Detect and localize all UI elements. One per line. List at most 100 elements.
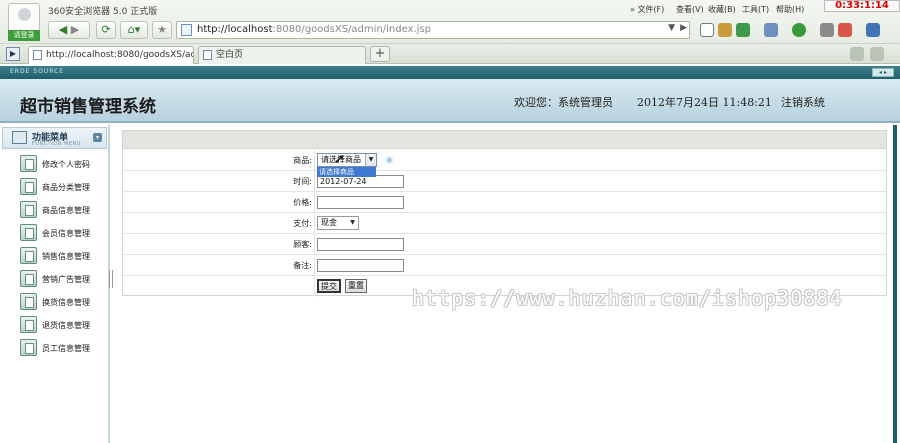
address-text: http://localhost:8080/goodsXS/admin/inde… [197,24,432,35]
menu-icon [12,131,27,144]
collapse-icon[interactable]: ▾ [93,133,102,142]
go-icon[interactable]: ▶ [680,23,687,33]
refresh-icon: ⟳ [101,23,111,36]
sidebar-item-label: 营销广告管理 [42,275,90,284]
document-icon [20,201,37,218]
clock-overlay: 0:33:1:14 [824,0,900,12]
back-arrow-icon: ◀ [58,23,68,36]
tools-icon[interactable] [820,23,834,37]
sidebar: 功能菜单 FUNCTION MENU ▾ 修改个人密码 商品分类管理 商品信息管… [0,125,110,443]
sidebar-item-sales[interactable]: 销售信息管理 [20,247,108,267]
sidebar-item-label: 换货信息管理 [42,298,90,307]
document-icon [20,247,37,264]
logout-link[interactable]: 注销系统 [781,94,825,110]
apps-icon[interactable] [838,23,852,37]
price-input[interactable] [317,196,404,209]
form-row-goods: 商品: 请选择商品 ▼ ➚ 请选择商品 ✳ [123,150,886,177]
tab-bar: ▶ http://localhost:8080/goodsXS/ad... 空白… [0,44,900,64]
document-icon [20,339,37,356]
document-icon [20,270,37,287]
form-row-payment: 支付: 现金 ▼ [123,213,886,234]
sidebar-item-label: 商品信息管理 [42,206,90,215]
menu-favorites[interactable]: 收藏(B) [708,4,736,15]
sidebar-item-exchange[interactable]: 换货信息管理 [20,293,108,313]
sales-form: 商品: 请选择商品 ▼ ➚ 请选择商品 ✳ 时间: 2012-07-24 价格:… [122,130,887,297]
address-dropdown-icon[interactable]: ▼ [668,23,675,33]
app-top-strip: ERDE SOURCE ◂ ▸ [0,66,900,79]
tab-blank[interactable]: 空白页 [198,46,366,64]
restore-icon[interactable] [850,47,864,61]
menu-tools[interactable]: 工具(T) [742,4,769,15]
form-row-time: 时间: 2012-07-24 [123,171,886,192]
menu-view[interactable]: 查看(V) [676,4,704,15]
browser-titlebar: 请登录 360安全浏览器 5.0 正式版 » 文件(F) 查看(V) 收藏(B)… [0,0,900,44]
page-icon [181,24,192,36]
chevron-down-icon: ▼ [365,154,376,166]
box-icon[interactable] [718,23,732,37]
form-row-remark: 备注: [123,255,886,276]
reset-button[interactable]: 重置 [345,279,367,293]
remark-input[interactable] [317,259,404,272]
app-title: 超市销售管理系统 [20,97,156,117]
home-button[interactable]: ⌂▾ [120,21,148,39]
sidebar-item-return[interactable]: 退货信息管理 [20,316,108,336]
time-label: 时间: [293,177,312,186]
sidebar-item-label: 修改个人密码 [42,160,90,169]
customer-input[interactable] [317,238,404,251]
grid-icon[interactable] [736,23,750,37]
submit-button[interactable]: 提交 [317,279,341,293]
login-avatar[interactable]: 请登录 [8,3,40,41]
tab-label: http://localhost:8080/goodsXS/ad... [46,50,194,60]
sidebar-item-employee[interactable]: 员工信息管理 [20,339,108,359]
shield-icon[interactable] [700,23,714,37]
back-forward-button[interactable]: ◀ ▶ [48,21,90,39]
brand-text: ERDE SOURCE [10,68,65,75]
payment-select-value: 现金 [321,218,337,227]
sidebar-item-ads[interactable]: 营销广告管理 [20,270,108,290]
loading-spinner-icon: ✳ [385,154,395,167]
extension-icon[interactable] [866,23,880,37]
home-icon: ⌂▾ [127,23,141,36]
payment-select[interactable]: 现金 ▼ [317,216,359,230]
globe-icon[interactable] [792,23,806,37]
sidebar-item-goods[interactable]: 商品信息管理 [20,201,108,221]
main-content: 商品: 请选择商品 ▼ ➚ 请选择商品 ✳ 时间: 2012-07-24 价格:… [113,125,893,443]
address-bar[interactable]: http://localhost:8080/goodsXS/admin/inde… [176,21,690,39]
login-label: 请登录 [8,30,40,41]
menu-file[interactable]: » 文件(F) [630,4,664,15]
sidebar-item-label: 会员信息管理 [42,229,90,238]
sidebar-item-label: 退货信息管理 [42,321,90,330]
datetime-text: 2012年7月24日 11:48:21 [637,96,772,109]
sidebar-item-change-password[interactable]: 修改个人密码 [20,155,108,175]
price-label: 价格: [293,198,312,207]
sidebar-item-member[interactable]: 会员信息管理 [20,224,108,244]
goods-select[interactable]: 请选择商品 ▼ [317,153,377,167]
refresh-button[interactable]: ⟳ [96,21,116,39]
sidebar-toggle-icon[interactable]: ▶ [6,47,20,61]
mouse-cursor-icon: ➚ [334,152,345,167]
document-icon [20,224,37,241]
user-icon [18,8,31,21]
tab-label: 空白页 [216,50,244,60]
forward-arrow-icon: ▶ [70,23,80,36]
layout-toggle-icon[interactable]: ◂ ▸ [872,68,894,77]
right-border [893,125,897,443]
favorite-button[interactable]: ★ [152,21,172,39]
sidebar-item-label: 员工信息管理 [42,344,90,353]
goods-label: 商品: [293,156,312,165]
new-tab-button[interactable]: + [370,46,390,62]
chevron-down-icon: ▼ [347,217,358,229]
star-icon: ★ [157,23,167,36]
trash-icon[interactable] [870,47,884,61]
goods-dropdown-option[interactable]: 请选择商品 [317,167,376,177]
tab-admin[interactable]: http://localhost:8080/goodsXS/ad... [28,46,194,64]
form-header [123,131,886,149]
window-icon[interactable] [764,23,778,37]
menu-subtitle: FUNCTION MENU [32,141,81,147]
browser-title: 360安全浏览器 5.0 正式版 [48,7,158,17]
document-icon [20,155,37,172]
document-icon [20,316,37,333]
sidebar-item-category[interactable]: 商品分类管理 [20,178,108,198]
menu-help[interactable]: 帮助(H) [776,4,804,15]
customer-label: 顾客: [293,240,312,249]
